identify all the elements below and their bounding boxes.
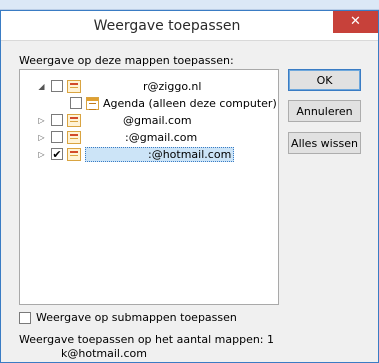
mail-folder-icon	[67, 147, 81, 161]
background-window-strip	[0, 0, 379, 10]
subfolders-option[interactable]: Weergave op submappen toepassen	[19, 311, 237, 324]
clear-all-button[interactable]: Alles wissen	[288, 132, 361, 154]
tree-item-label: Agenda (alleen deze computer)	[103, 96, 277, 110]
apply-view-dialog: Weergave toepassen ✕ Weergave op deze ma…	[0, 10, 379, 363]
folder-tree[interactable]: ◢ r@ziggo.nl Agenda (alleen deze compute…	[19, 69, 279, 305]
tree-item-label: :@hotmail.com	[85, 146, 235, 162]
tree-item-account-gmail-1[interactable]: ▷ @gmail.com	[36, 112, 192, 128]
tree-item-checkbox-checked[interactable]: ✔	[51, 148, 63, 160]
tree-item-label: r@ziggo.nl	[143, 79, 202, 93]
expand-arrow-icon[interactable]: ▷	[36, 116, 47, 125]
applied-folder-name: k@hotmail.com	[61, 347, 147, 360]
ok-button[interactable]: OK	[288, 69, 361, 91]
dialog-titlebar[interactable]: Weergave toepassen ✕	[1, 11, 378, 41]
tree-item-checkbox[interactable]	[70, 97, 82, 109]
mail-folder-icon	[67, 130, 81, 144]
folder-count-text: Weergave toepassen op het aantal mappen:…	[19, 333, 275, 346]
collapse-arrow-icon[interactable]: ◢	[36, 82, 47, 91]
tree-item-label: @gmail.com	[123, 113, 192, 127]
check-mark-icon: ✔	[52, 147, 62, 161]
close-icon: ✕	[350, 14, 361, 29]
calendar-icon	[86, 96, 99, 110]
tree-item-label: :@gmail.com	[125, 130, 198, 144]
dialog-title: Weergave toepassen	[93, 18, 241, 34]
tree-item-checkbox[interactable]	[51, 131, 63, 143]
cancel-button[interactable]: Annuleren	[288, 100, 361, 122]
tree-item-checkbox[interactable]	[51, 80, 63, 92]
tree-item-account-gmail-2[interactable]: ▷ :@gmail.com	[36, 129, 197, 145]
mail-folder-icon	[67, 79, 81, 93]
tree-item-account-ziggo[interactable]: ◢ r@ziggo.nl	[36, 78, 201, 94]
close-button[interactable]: ✕	[333, 11, 378, 33]
tree-item-agenda[interactable]: Agenda (alleen deze computer)	[58, 95, 277, 111]
tree-item-checkbox[interactable]	[51, 114, 63, 126]
subfolders-checkbox[interactable]	[19, 311, 31, 324]
tree-item-account-hotmail[interactable]: ▷ ✔ :@hotmail.com	[36, 146, 235, 162]
subfolders-label: Weergave op submappen toepassen	[36, 311, 237, 324]
expand-arrow-icon[interactable]: ▷	[36, 133, 47, 142]
folders-section-label: Weergave op deze mappen toepassen:	[19, 54, 234, 67]
expand-arrow-icon[interactable]: ▷	[36, 150, 47, 159]
mail-folder-icon	[67, 113, 81, 127]
